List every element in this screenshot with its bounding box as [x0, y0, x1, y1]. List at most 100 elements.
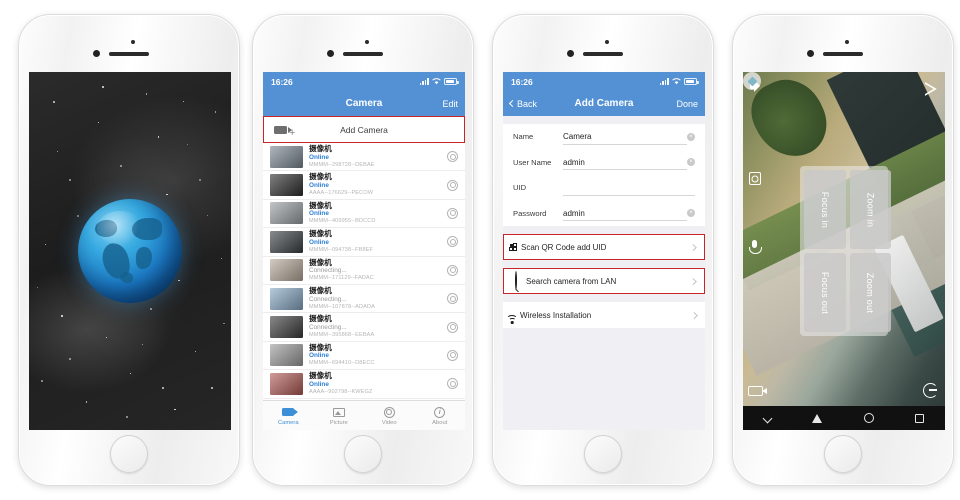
ptz-focus-in-button[interactable]: Focus in	[804, 170, 847, 249]
field-value: admin	[563, 157, 585, 167]
camera-list-body: + Add Camera 摄像机 Online MMMM--298728--DEBA…	[263, 116, 465, 430]
microphone-icon[interactable]	[748, 240, 762, 255]
field-input[interactable]: admin	[563, 150, 687, 176]
camera-list-item[interactable]: 摄像机 Online MMMM--694410--D8ECC	[263, 341, 465, 371]
gear-icon[interactable]	[447, 151, 458, 163]
page-title: Camera	[345, 98, 383, 109]
ptz-zoom-in-button[interactable]: Zoom in	[850, 170, 891, 249]
camera-icon	[263, 406, 314, 419]
camera-meta: 摄像机 Connecting... MMMM--395868--EEBAA	[303, 315, 447, 338]
camera-list-item[interactable]: 摄像机 Online AAAA--902798--KWEGZ	[263, 370, 465, 399]
front-camera-icon	[327, 50, 334, 57]
snapshot-icon[interactable]	[749, 172, 761, 185]
action-scan-qr-code-add-uid[interactable]: Scan QR Code add UID	[503, 234, 705, 260]
collapse-icon[interactable]	[762, 413, 773, 423]
field-name[interactable]: Name Camera ×	[503, 124, 705, 150]
play-icon[interactable]	[925, 82, 937, 96]
record-icon[interactable]	[748, 386, 767, 396]
wifi-icon	[672, 78, 681, 85]
ptz-control-panel: Focus in Zoom in Focus out Zoom out	[800, 166, 891, 336]
phone-splash	[18, 14, 240, 486]
camera-list-item[interactable]: 摄像机 Online AAAA--176629--PECOW	[263, 171, 465, 200]
home-button[interactable]	[344, 435, 382, 473]
camera-meta: 摄像机 Connecting... MMMM--107878--ADADA	[303, 286, 447, 310]
field-underline	[563, 143, 687, 145]
camera-list-item[interactable]: 摄像机 Online MMMM--298728--DEBAE	[263, 143, 465, 172]
add-camera-screen: 16:26 Back Add Camera Done Name Camera ×…	[503, 72, 705, 430]
proximity-sensor-icon	[845, 40, 849, 44]
camera-name: 摄像机	[309, 172, 332, 182]
gear-icon[interactable]	[447, 236, 458, 248]
field-input[interactable]: admin	[563, 201, 687, 227]
camera-list[interactable]: 摄像机 Online MMMM--298728--DEBAE 摄像机 Online AAA…	[263, 143, 465, 400]
gear-icon[interactable]	[447, 349, 458, 361]
field-label: Name	[513, 132, 534, 142]
camera-list-item[interactable]: 摄像机 Connecting... MMMM--107878--ADADA	[263, 284, 465, 314]
ptz-focus-out-button[interactable]: Focus out	[804, 253, 847, 332]
search-icon	[513, 271, 518, 290]
clear-icon[interactable]: ×	[687, 132, 695, 141]
field-underline	[563, 169, 687, 170]
camera-thumbnail	[270, 287, 303, 310]
gear-icon[interactable]	[447, 264, 458, 276]
camera-name: 摄像机	[309, 257, 332, 267]
rotate-icon[interactable]	[923, 383, 938, 398]
status-bar-indicators	[419, 78, 459, 85]
gear-icon[interactable]	[447, 293, 458, 305]
gear-icon[interactable]	[447, 179, 458, 191]
camera-list-item[interactable]: 摄像机 Connecting... MMMM--171129--FADAC	[263, 256, 465, 285]
field-password[interactable]: Password admin ×	[503, 201, 705, 227]
field-label: Password	[513, 208, 547, 218]
tab-about[interactable]: i About	[415, 406, 466, 426]
camera-list-item[interactable]: 摄像机 Online MMMM--409955--BDCCD	[263, 199, 465, 229]
clear-icon[interactable]: ×	[687, 209, 695, 218]
home-button[interactable]	[824, 435, 862, 473]
add-camera-button[interactable]: + Add Camera	[263, 116, 465, 143]
globe-highlight	[96, 211, 143, 246]
camera-name: 摄像机	[309, 229, 332, 239]
tab-picture[interactable]: Picture	[314, 406, 365, 426]
clear-icon[interactable]: ×	[687, 158, 695, 167]
action-spacer	[503, 260, 705, 268]
action-wireless-installation[interactable]: Wireless Installation	[503, 302, 705, 328]
gear-icon[interactable]	[447, 207, 458, 219]
gear-icon[interactable]	[447, 321, 458, 333]
back-icon[interactable]	[812, 413, 823, 423]
battery-icon	[684, 78, 699, 85]
action-search-camera-from-lan[interactable]: Search camera from LAN	[503, 268, 705, 294]
field-uid[interactable]: UID	[503, 175, 705, 201]
home-button[interactable]	[110, 435, 148, 473]
earpiece-speaker	[583, 52, 623, 56]
camera-thumbnail	[270, 145, 303, 168]
form-fields: Name Camera × User Name admin × UID Password adm…	[503, 124, 705, 226]
field-input[interactable]	[563, 175, 695, 201]
tab-camera[interactable]: Camera	[263, 406, 314, 426]
done-button[interactable]: Done	[676, 99, 698, 109]
status-bar-time: 16:26	[511, 76, 533, 87]
camera-uid: MMMM--171129--FADAC	[309, 275, 374, 282]
live-video-feed[interactable]: Focus in Zoom in Focus out Zoom out	[743, 72, 945, 430]
tab-label: Video	[381, 419, 397, 426]
screenshot-stage: 16:26 Camera Edit + Add Camera 摄像机 Onlin…	[0, 0, 960, 500]
camera-status: Online	[309, 380, 329, 388]
phone-camera-list: 16:26 Camera Edit + Add Camera 摄像机 Onlin…	[252, 14, 474, 486]
tab-label: About	[432, 419, 448, 426]
nav-bar: Camera Edit	[263, 91, 465, 116]
field-value: admin	[563, 208, 585, 218]
ptz-zoom-out-button[interactable]: Zoom out	[850, 253, 891, 332]
camera-status: Connecting...	[309, 295, 347, 303]
home-icon[interactable]	[863, 413, 874, 423]
edit-button[interactable]: Edit	[442, 99, 458, 109]
home-button[interactable]	[584, 435, 622, 473]
camera-status: Online	[309, 182, 329, 190]
back-button[interactable]: Back	[508, 99, 537, 109]
gear-icon[interactable]	[447, 378, 458, 390]
field-input[interactable]: Camera	[563, 124, 687, 150]
camera-list-item[interactable]: 摄像机 Online MMMM--094738--FB8EF	[263, 228, 465, 257]
field-user-name[interactable]: User Name admin ×	[503, 150, 705, 176]
recents-icon[interactable]	[915, 413, 925, 423]
camera-uid: MMMM--094738--FB8EF	[309, 246, 374, 253]
nav-bar: Back Add Camera Done	[503, 91, 705, 116]
tab-video[interactable]: Video	[364, 406, 415, 426]
camera-list-item[interactable]: 摄像机 Connecting... MMMM--395868--EEBAA	[263, 313, 465, 342]
